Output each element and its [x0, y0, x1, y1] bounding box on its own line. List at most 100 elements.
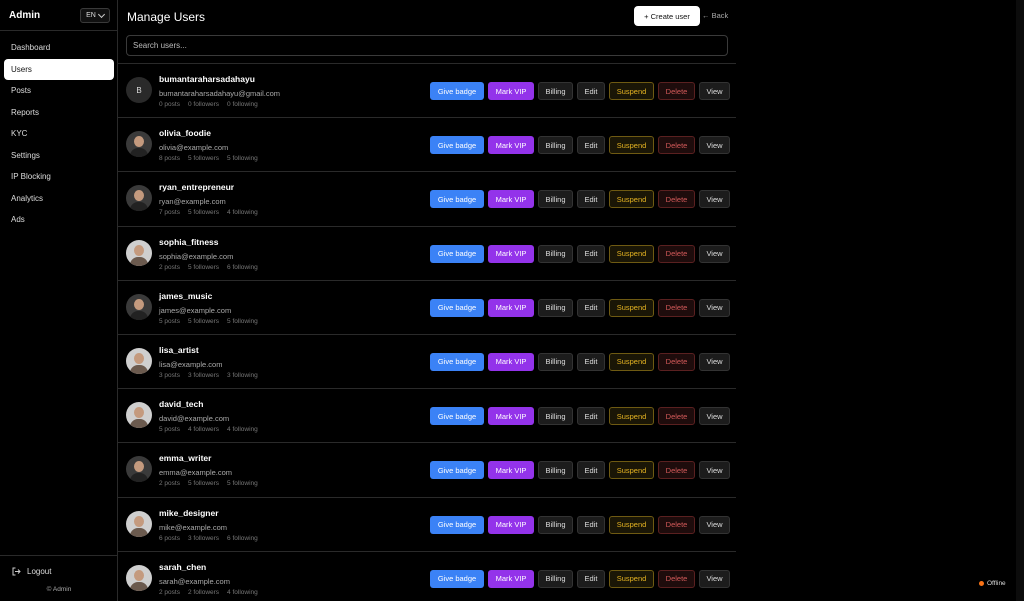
mark-vip-button[interactable]: Mark VIP [488, 515, 534, 534]
sidebar-item-ads[interactable]: Ads [4, 209, 114, 231]
create-user-button[interactable]: + Create user [634, 6, 700, 26]
sidebar-item-posts[interactable]: Posts [4, 80, 114, 102]
delete-button[interactable]: Delete [658, 515, 695, 534]
edit-button[interactable]: Edit [577, 461, 605, 480]
suspend-button[interactable]: Suspend [609, 407, 654, 426]
suspend-button[interactable]: Suspend [609, 352, 654, 371]
following-count: 6 following [227, 263, 258, 271]
give-badge-button[interactable]: Give badge [430, 136, 484, 155]
avatar [126, 564, 152, 591]
billing-button[interactable]: Billing [538, 136, 573, 155]
username: emma_writer [159, 453, 212, 464]
billing-button[interactable]: Billing [538, 82, 573, 100]
billing-button[interactable]: Billing [538, 352, 573, 371]
delete-button[interactable]: Delete [658, 569, 695, 588]
give-badge-button[interactable]: Give badge [430, 82, 484, 100]
billing-button[interactable]: Billing [538, 515, 573, 534]
mark-vip-button[interactable]: Mark VIP [488, 407, 534, 426]
sidebar-item-settings[interactable]: Settings [4, 145, 114, 167]
view-button[interactable]: View [699, 515, 730, 534]
give-badge-button[interactable]: Give badge [430, 407, 484, 426]
avatar [126, 347, 152, 374]
mark-vip-button[interactable]: Mark VIP [488, 461, 534, 480]
view-button[interactable]: View [699, 82, 730, 100]
delete-button[interactable]: Delete [658, 136, 695, 155]
suspend-button[interactable]: Suspend [609, 82, 654, 100]
edit-button[interactable]: Edit [577, 244, 605, 263]
delete-button[interactable]: Delete [658, 352, 695, 371]
mark-vip-button[interactable]: Mark VIP [488, 569, 534, 588]
billing-button[interactable]: Billing [538, 244, 573, 263]
followers-count: 0 followers [187, 101, 220, 108]
delete-button[interactable]: Delete [658, 190, 695, 209]
back-link[interactable]: ← Back [702, 11, 728, 20]
mark-vip-button[interactable]: Mark VIP [488, 244, 534, 263]
delete-button[interactable]: Delete [658, 244, 695, 263]
user-stats: 7 posts 5 followers 4 following [159, 209, 258, 216]
view-button[interactable]: View [699, 569, 730, 588]
mark-vip-button[interactable]: Mark VIP [488, 136, 534, 155]
posts-count: 0 posts [159, 101, 180, 108]
language-select[interactable]: EN [80, 8, 110, 23]
view-button[interactable]: View [699, 352, 730, 371]
view-button[interactable]: View [699, 461, 730, 480]
suspend-button[interactable]: Suspend [609, 298, 654, 317]
delete-button[interactable]: Delete [658, 82, 695, 100]
delete-button[interactable]: Delete [658, 461, 695, 480]
edit-button[interactable]: Edit [577, 407, 605, 426]
give-badge-button[interactable]: Give badge [430, 244, 484, 263]
suspend-button[interactable]: Suspend [609, 461, 654, 480]
delete-button[interactable]: Delete [658, 298, 695, 317]
suspend-button[interactable]: Suspend [609, 515, 654, 534]
sidebar-item-analytics[interactable]: Analytics [4, 188, 114, 210]
edit-button[interactable]: Edit [577, 515, 605, 534]
brand-title: Admin [9, 10, 41, 21]
give-badge-button[interactable]: Give badge [430, 298, 484, 317]
sidebar-item-users[interactable]: Users [4, 58, 114, 80]
view-button[interactable]: View [699, 244, 730, 263]
logout-button[interactable]: Logout [12, 567, 51, 576]
edit-button[interactable]: Edit [577, 569, 605, 588]
billing-button[interactable]: Billing [538, 461, 573, 480]
view-button[interactable]: View [699, 298, 730, 317]
username: lisa_artist [159, 344, 199, 355]
billing-button[interactable]: Billing [538, 190, 573, 209]
billing-button[interactable]: Billing [538, 569, 573, 588]
sidebar-item-dashboard[interactable]: Dashboard [4, 37, 114, 59]
view-button[interactable]: View [699, 190, 730, 209]
suspend-button[interactable]: Suspend [609, 190, 654, 209]
sidebar-item-ip-blocking[interactable]: IP Blocking [4, 166, 114, 188]
edit-button[interactable]: Edit [577, 298, 605, 317]
mark-vip-button[interactable]: Mark VIP [488, 82, 534, 100]
user-row: lisa_artist lisa@example.com 3 posts 3 foll… [118, 333, 736, 388]
posts-count: 2 posts [159, 480, 180, 488]
connection-status: Offline [979, 580, 1006, 587]
give-badge-button[interactable]: Give badge [430, 461, 484, 480]
edit-button[interactable]: Edit [577, 352, 605, 371]
suspend-button[interactable]: Suspend [609, 244, 654, 263]
sidebar-item-reports[interactable]: Reports [4, 102, 114, 124]
give-badge-button[interactable]: Give badge [430, 352, 484, 371]
user-stats: 0 posts 0 followers 0 following [159, 101, 258, 108]
scrollbar[interactable] [1016, 0, 1024, 601]
view-button[interactable]: View [699, 136, 730, 155]
delete-button[interactable]: Delete [658, 407, 695, 426]
sidebar-item-kyc[interactable]: KYC [4, 123, 114, 145]
edit-button[interactable]: Edit [577, 136, 605, 155]
billing-button[interactable]: Billing [538, 407, 573, 426]
suspend-button[interactable]: Suspend [609, 136, 654, 155]
give-badge-button[interactable]: Give badge [430, 569, 484, 588]
mark-vip-button[interactable]: Mark VIP [488, 298, 534, 317]
give-badge-button[interactable]: Give badge [430, 515, 484, 534]
mark-vip-button[interactable]: Mark VIP [488, 190, 534, 209]
username: olivia_foodie [159, 128, 211, 139]
billing-button[interactable]: Billing [538, 298, 573, 317]
view-button[interactable]: View [699, 407, 730, 426]
suspend-button[interactable]: Suspend [609, 569, 654, 588]
give-badge-button[interactable]: Give badge [430, 190, 484, 209]
mark-vip-button[interactable]: Mark VIP [488, 352, 534, 371]
search-input[interactable] [126, 35, 728, 56]
user-row: emma_writer emma@example.com 2 posts 5 foll… [118, 442, 736, 496]
edit-button[interactable]: Edit [577, 190, 605, 209]
edit-button[interactable]: Edit [577, 82, 605, 100]
